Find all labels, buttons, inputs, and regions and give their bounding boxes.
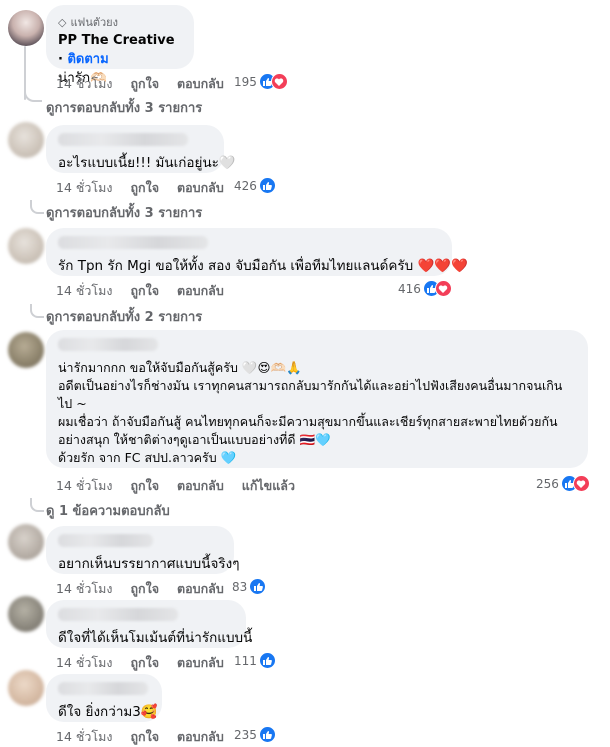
reaction-summary[interactable]: 195 [234, 73, 288, 90]
like-button[interactable]: ถูกใจ [130, 579, 159, 599]
avatar[interactable] [8, 332, 44, 368]
top-fan-badge: ◇ แฟนตัวยง [58, 13, 182, 31]
avatar[interactable] [8, 228, 44, 264]
like-reaction-icon [258, 652, 276, 669]
commenter-name[interactable]: PP The Creative [58, 33, 175, 48]
like-button[interactable]: ถูกใจ [130, 74, 159, 94]
comment-timestamp[interactable]: 14 ชั่วโมง [56, 74, 112, 94]
comment-bubble: อะไรแบบเนี้ย!!! มันเก่อยู่นะ🤍 [46, 125, 236, 173]
reply-thread-hook [30, 498, 44, 512]
view-replies-link[interactable]: ดูการตอบกลับทั้ง 2 รายการ [46, 306, 202, 327]
reply-button[interactable]: ตอบกลับ [177, 74, 224, 94]
reply-button[interactable]: ตอบกลับ [177, 579, 224, 599]
reply-button[interactable]: ตอบกลับ [177, 476, 224, 496]
comment-line: ผมเชื่อว่า ถ้าจับมือกันสู้ คนไทยทุกคนก็จ… [58, 414, 558, 429]
comment-line: น่ารักมากกก ขอให้จับมือกันสู้ครับ 🤍😍🫶🏻🙏 [58, 360, 302, 375]
comment-timestamp[interactable]: 14 ชั่วโมง [56, 476, 112, 496]
reaction-count: 235 [234, 727, 257, 742]
view-replies-link[interactable]: ดูการตอบกลับทั้ง 3 รายการ [46, 97, 202, 118]
avatar[interactable] [8, 596, 44, 632]
comment-bubble: อยากเห็นบรรยากาศแบบนี้จริงๆ [46, 526, 240, 574]
reaction-count: 195 [234, 74, 257, 89]
comment-timestamp[interactable]: 14 ชั่วโมง [56, 281, 112, 301]
comment-text: อยากเห็นบรรยากาศแบบนี้จริงๆ [58, 556, 240, 572]
redacted-commenter-name [58, 682, 148, 695]
edited-label[interactable]: แก้ไขแล้ว [242, 476, 295, 496]
comment-text: ดีใจ ยิ่งกว่าม3🥰 [58, 704, 158, 720]
reply-thread-hook [30, 200, 44, 214]
redacted-commenter-name [58, 236, 208, 249]
comment-text: ดีใจที่ได้เห็นโมเม้นต์ที่น่ารักแบบนี้ [58, 630, 253, 646]
like-button[interactable]: ถูกใจ [130, 476, 159, 496]
view-replies-link[interactable]: ดู 1 ข้อความตอบกลับ [46, 500, 170, 521]
comment-text: รัก Tpn รัก Mgi ขอให้ทั้ง สอง จับมือกัน … [58, 258, 468, 274]
comment-line: ไป ~ [58, 396, 87, 411]
view-replies-link[interactable]: ดูการตอบกลับทั้ง 3 รายการ [46, 202, 202, 223]
comment-timestamp[interactable]: 14 ชั่วโมง [56, 178, 112, 198]
like-button[interactable]: ถูกใจ [130, 281, 159, 301]
avatar[interactable] [8, 10, 44, 46]
reply-button[interactable]: ตอบกลับ [177, 281, 224, 301]
follow-button[interactable]: ติดตาม [67, 52, 108, 67]
like-button[interactable]: ถูกใจ [130, 178, 159, 198]
reaction-count: 256 [536, 476, 559, 491]
comment-line: อดีตเป็นอย่างไรก็ช่างมัน เราทุกคนสามารถก… [58, 378, 563, 393]
comment-bubble: ดีใจ ยิ่งกว่าม3🥰 [46, 674, 162, 722]
comment-timestamp[interactable]: 14 ชั่วโมง [56, 727, 112, 747]
like-reaction-icon [249, 578, 267, 595]
redacted-commenter-name [58, 608, 178, 621]
reaction-summary[interactable]: 256 [536, 475, 590, 492]
badge-label: แฟนตัวยง [70, 16, 119, 29]
comment-bubble: ◇ แฟนตัวยง PP The Creative · ติดตาม น่าร… [46, 5, 194, 86]
comment-line: อย่างสนุก ให้ชาติต่างๆดูเอาเป็นแบบอย่างท… [58, 432, 331, 447]
like-reaction-icon [258, 726, 276, 743]
reply-thread-hook [24, 84, 42, 102]
reaction-summary[interactable]: 111 [234, 652, 276, 669]
comment-bubble: น่ารักมากกก ขอให้จับมือกันสู้ครับ 🤍😍🫶🏻🙏 … [46, 330, 588, 468]
avatar[interactable] [8, 670, 44, 706]
love-reaction-icon [270, 73, 288, 90]
reply-thread-hook [30, 304, 44, 318]
love-reaction-icon [434, 280, 452, 297]
comment-bubble: รัก Tpn รัก Mgi ขอให้ทั้ง สอง จับมือกัน … [46, 228, 468, 276]
diamond-icon: ◇ [58, 15, 67, 29]
like-reaction-icon [258, 177, 276, 194]
redacted-commenter-name [58, 534, 153, 547]
reaction-count: 426 [234, 178, 257, 193]
redacted-commenter-name [58, 133, 188, 146]
comment-text: อะไรแบบเนี้ย!!! มันเก่อยู่นะ🤍 [58, 155, 236, 171]
like-button[interactable]: ถูกใจ [130, 653, 159, 673]
redacted-commenter-name [58, 338, 158, 351]
reaction-count: 111 [234, 653, 257, 668]
avatar[interactable] [8, 122, 44, 158]
reaction-summary[interactable]: 426 [234, 177, 276, 194]
comment-timestamp[interactable]: 14 ชั่วโมง [56, 579, 112, 599]
comment-line: ด้วยรัก จาก FC สปป.ลาวครับ 🩵 [58, 450, 237, 465]
comment-timestamp[interactable]: 14 ชั่วโมง [56, 653, 112, 673]
reaction-count: 83 [232, 579, 248, 594]
reaction-summary[interactable]: 416 [398, 280, 452, 297]
reply-button[interactable]: ตอบกลับ [177, 727, 224, 747]
avatar[interactable] [8, 524, 44, 560]
love-reaction-icon [572, 475, 590, 492]
reply-button[interactable]: ตอบกลับ [177, 653, 224, 673]
reply-button[interactable]: ตอบกลับ [177, 178, 224, 198]
reaction-count: 416 [398, 281, 421, 296]
reaction-summary[interactable]: 83 [232, 578, 267, 595]
reaction-summary[interactable]: 235 [234, 726, 276, 743]
comment-bubble: ดีใจที่ได้เห็นโมเม้นต์ที่น่ารักแบบนี้ [46, 600, 253, 648]
like-button[interactable]: ถูกใจ [130, 727, 159, 747]
